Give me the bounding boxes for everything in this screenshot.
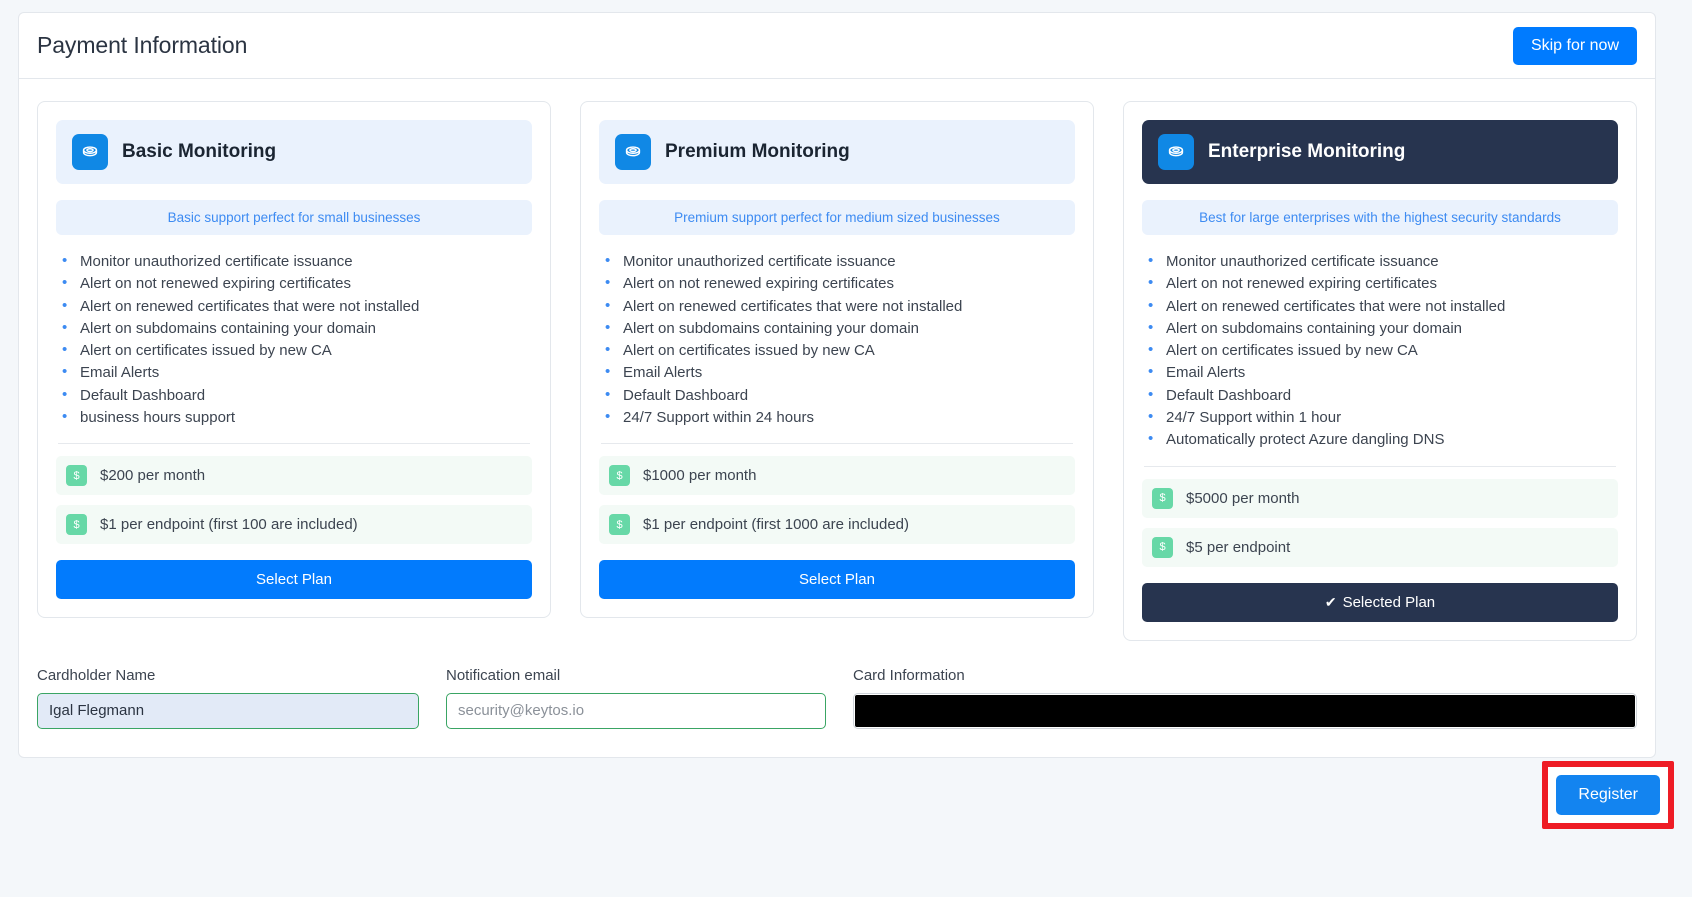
feature-item: Alert on certificates issued by new CA (60, 339, 532, 362)
notification-email-label: Notification email (446, 666, 561, 684)
dollar-badge-icon: $ (66, 465, 87, 487)
feature-item: Email Alerts (603, 361, 1075, 384)
price-text: $1 per endpoint (first 100 are included) (100, 516, 358, 534)
notification-email-input[interactable] (446, 692, 826, 729)
register-highlight-box: Register (1542, 761, 1674, 829)
plan-name: Premium Monitoring (665, 141, 850, 162)
plan-header-premium: Premium Monitoring (599, 120, 1075, 184)
plan-feature-list: Monitor unauthorized certificate issuanc… (56, 250, 532, 429)
price-row: $ $5000 per month (1142, 478, 1618, 518)
check-icon: ✔ (1324, 593, 1337, 610)
feature-item: Automatically protect Azure dangling DNS (1146, 428, 1618, 451)
feature-item: Alert on not renewed expiring certificat… (603, 272, 1075, 295)
select-plan-button-basic[interactable]: Select Plan (56, 560, 532, 600)
feature-item: Email Alerts (1146, 361, 1618, 384)
feature-item: 24/7 Support within 1 hour (1146, 406, 1618, 429)
price-row: $ $1 per endpoint (first 100 are include… (56, 505, 532, 545)
plan-cards-container: Basic Monitoring Basic support perfect f… (19, 79, 1655, 641)
divider (601, 443, 1073, 445)
plan-card-enterprise[interactable]: Enterprise Monitoring Best for large ent… (1123, 101, 1637, 641)
page-footer: Register (0, 760, 1692, 897)
layered-disc-icon (1158, 134, 1194, 170)
plan-tagline: Basic support perfect for small business… (56, 200, 532, 235)
layered-disc-icon (72, 134, 108, 170)
dollar-badge-icon: $ (609, 465, 630, 487)
dollar-badge-icon: $ (1152, 487, 1173, 509)
plan-tagline: Best for large enterprises with the high… (1142, 200, 1618, 235)
price-text: $5 per endpoint (1186, 538, 1291, 556)
feature-item: Alert on subdomains containing your doma… (1146, 317, 1618, 340)
plan-feature-list: Monitor unauthorized certificate issuanc… (599, 250, 1075, 429)
dollar-badge-icon: $ (609, 514, 630, 536)
feature-item: Monitor unauthorized certificate issuanc… (603, 250, 1075, 273)
plan-feature-list: Monitor unauthorized certificate issuanc… (1142, 250, 1618, 452)
plan-header-enterprise: Enterprise Monitoring (1142, 120, 1618, 184)
layered-disc-icon (615, 134, 651, 170)
feature-item: Alert on renewed certificates that were … (1146, 295, 1618, 318)
cardholder-name-field-group: Cardholder Name (37, 667, 419, 729)
divider (58, 443, 530, 445)
cardholder-name-label: Cardholder Name (37, 666, 156, 684)
price-row: $ $200 per month (56, 456, 532, 496)
select-plan-button-premium[interactable]: Select Plan (599, 560, 1075, 600)
notification-email-field-group: Notification email (446, 667, 826, 729)
feature-item: 24/7 Support within 24 hours (603, 406, 1075, 429)
plan-header-basic: Basic Monitoring (56, 120, 532, 184)
cardholder-name-input[interactable] (37, 692, 419, 729)
dollar-badge-icon: $ (66, 514, 87, 536)
selected-plan-button-enterprise[interactable]: ✔ Selected Plan (1142, 582, 1618, 622)
plan-name: Basic Monitoring (122, 141, 277, 162)
price-text: $1000 per month (643, 467, 757, 485)
feature-item: Alert on not renewed expiring certificat… (60, 272, 532, 295)
register-button[interactable]: Register (1556, 775, 1660, 815)
feature-item: Alert on not renewed expiring certificat… (1146, 272, 1618, 295)
feature-item: Alert on renewed certificates that were … (603, 295, 1075, 318)
payment-form: Cardholder Name Notification email Card … (19, 641, 1655, 757)
feature-item: Default Dashboard (60, 384, 532, 407)
plan-card-basic[interactable]: Basic Monitoring Basic support perfect f… (37, 101, 551, 619)
panel-header: Payment Information Skip for now (19, 13, 1655, 79)
card-information-input[interactable] (853, 692, 1637, 729)
feature-item: Alert on renewed certificates that were … (60, 295, 532, 318)
redacted-card-value (855, 694, 1635, 727)
feature-item: Alert on certificates issued by new CA (603, 339, 1075, 362)
plan-card-premium[interactable]: Premium Monitoring Premium support perfe… (580, 101, 1094, 619)
dollar-badge-icon: $ (1152, 536, 1173, 558)
page-title: Payment Information (37, 32, 248, 58)
feature-item: Monitor unauthorized certificate issuanc… (1146, 250, 1618, 273)
payment-information-panel: Payment Information Skip for now Basic M… (18, 12, 1656, 758)
feature-item: Alert on subdomains containing your doma… (60, 317, 532, 340)
feature-item: Monitor unauthorized certificate issuanc… (60, 250, 532, 273)
price-text: $200 per month (100, 467, 206, 485)
price-row: $ $1000 per month (599, 456, 1075, 496)
feature-item: Default Dashboard (1146, 384, 1618, 407)
feature-item: Default Dashboard (603, 384, 1075, 407)
divider (1144, 465, 1616, 467)
feature-item: Alert on certificates issued by new CA (1146, 339, 1618, 362)
feature-item: Email Alerts (60, 361, 532, 384)
price-text: $1 per endpoint (first 1000 are included… (643, 516, 910, 534)
price-row: $ $1 per endpoint (first 1000 are includ… (599, 505, 1075, 545)
price-text: $5000 per month (1186, 489, 1300, 507)
price-row: $ $5 per endpoint (1142, 527, 1618, 567)
feature-item: Alert on subdomains containing your doma… (603, 317, 1075, 340)
plan-tagline: Premium support perfect for medium sized… (599, 200, 1075, 235)
plan-name: Enterprise Monitoring (1208, 141, 1406, 162)
feature-item: business hours support (60, 406, 532, 429)
card-information-label: Card Information (853, 666, 965, 684)
skip-for-now-button[interactable]: Skip for now (1512, 26, 1637, 65)
card-information-field-group: Card Information (853, 667, 1637, 729)
selected-plan-label: Selected Plan (1342, 593, 1436, 611)
